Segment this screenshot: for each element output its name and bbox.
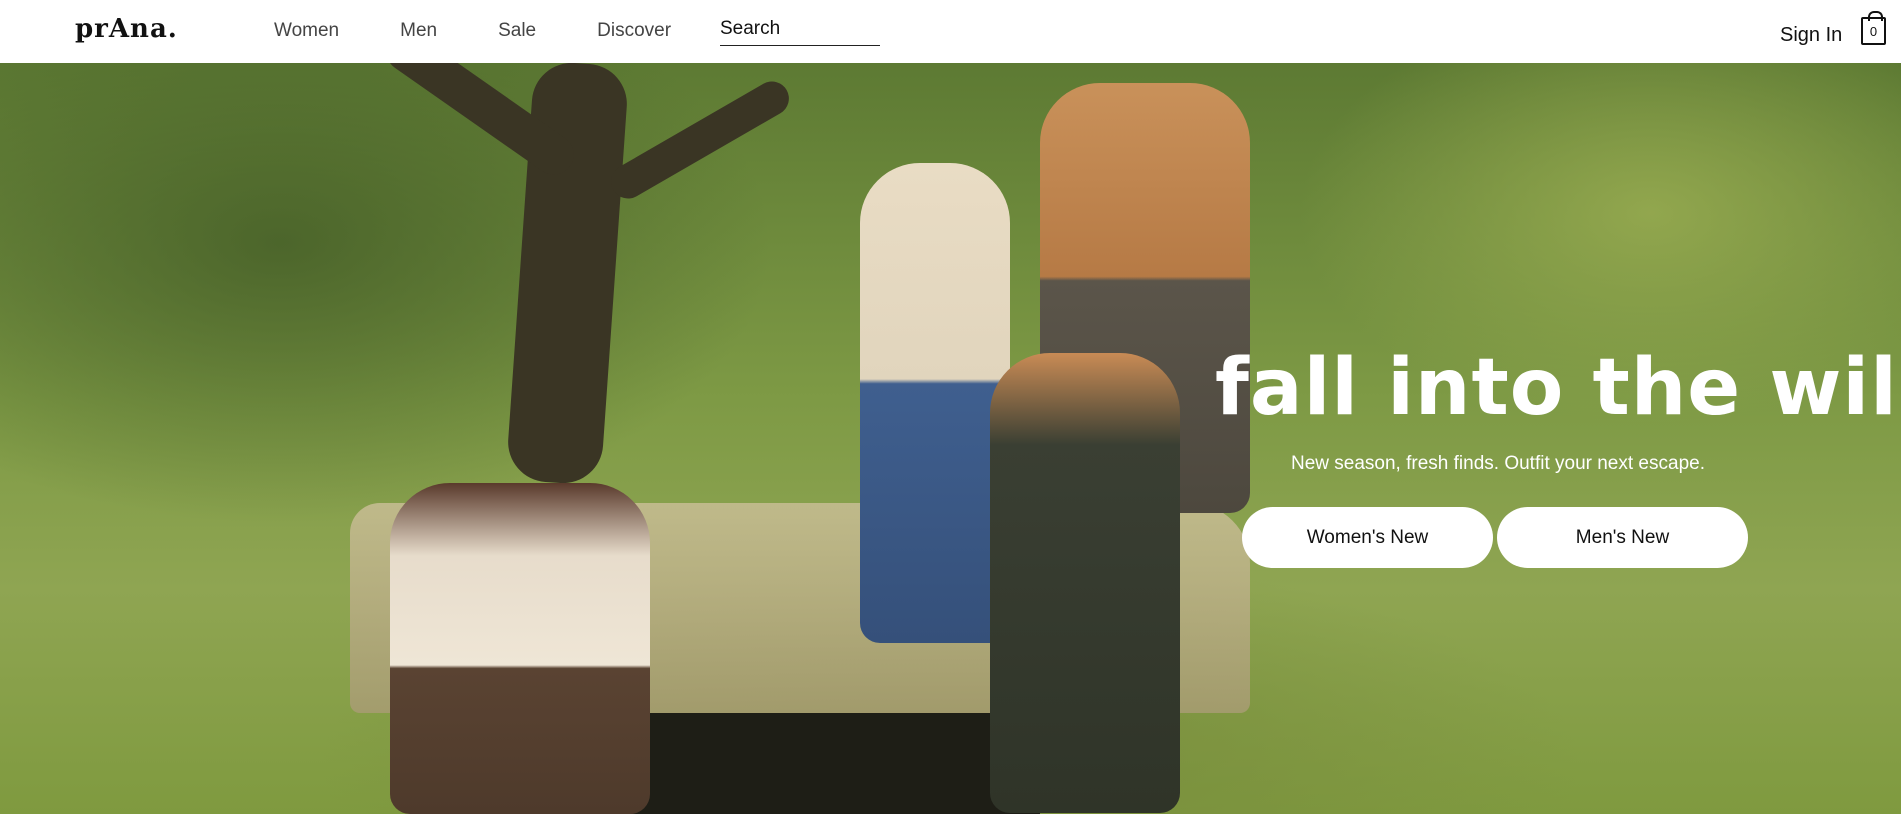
sign-in-link[interactable]: Sign In (1780, 24, 1842, 47)
nav-men[interactable]: Men (400, 20, 437, 42)
search-box (720, 18, 880, 46)
mens-new-button[interactable]: Men's New (1497, 507, 1748, 568)
hero-subtitle: New season, fresh finds. Outfit your nex… (1291, 453, 1705, 474)
nav-sale[interactable]: Sale (498, 20, 536, 42)
brand-logo[interactable]: prAna. (75, 14, 178, 44)
nav-discover[interactable]: Discover (597, 20, 671, 42)
hero-banner: fall into the wild New season, fresh fin… (0, 63, 1901, 814)
person-image (390, 483, 650, 814)
cart-count: 0 (1869, 23, 1878, 39)
nav-women[interactable]: Women (274, 20, 339, 42)
search-input[interactable] (720, 18, 880, 40)
cart-icon[interactable]: 0 (1861, 11, 1886, 45)
site-header: prAna. Women Men Sale Discover Sign In 0 (0, 0, 1901, 63)
person-image (990, 353, 1180, 813)
main-nav: Women Men Sale Discover (274, 20, 732, 42)
tree-branch-decoration (604, 75, 796, 205)
hero-title: fall into the wild (1215, 343, 1901, 433)
person-image (860, 163, 1010, 643)
womens-new-button[interactable]: Women's New (1242, 507, 1493, 568)
